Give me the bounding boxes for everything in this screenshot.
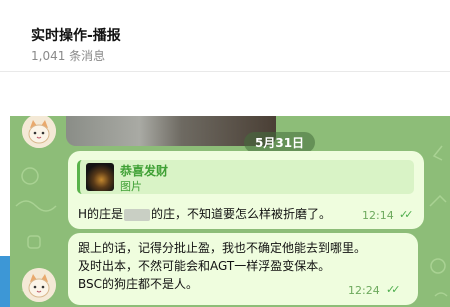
message-count: 1,041 条消息 [31, 49, 106, 63]
reply-type-label: 图片 [120, 180, 142, 193]
message-bubble[interactable]: 恭喜发财 图片 H的庄是 的庄，不知道要怎么样被折磨了。 12:14 ✓✓ [68, 151, 424, 229]
date-separator: 5月31日 [244, 132, 316, 153]
pinned-area [0, 72, 450, 116]
message-bubble[interactable]: 跟上的话，记得分批止盈，我也不确定他能去到哪里。 及时出本，不然可能会和AGT一… [68, 233, 418, 305]
chat-header[interactable]: 实时操作-播报 1,041 条消息 [0, 0, 450, 72]
message-text-part: H的庄是 [78, 207, 124, 221]
message-text: H的庄是 的庄，不知道要怎么样被折磨了。 [78, 205, 331, 222]
message-line: 及时出本，不然可能会和AGT一样浮盈变保本。 [78, 259, 331, 273]
message-line: BSC的狗庄都不是人。 [78, 277, 199, 291]
message-area[interactable]: 5月31日 恭喜发财 图片 H的庄是 的庄，不知道要怎么样被折磨了。 12:14 … [10, 116, 450, 307]
reply-image-thumbnail [86, 163, 114, 191]
message-time: 12:24 [348, 284, 380, 297]
read-check-icon: ✓✓ [399, 208, 414, 221]
message-time: 12:14 [362, 209, 394, 222]
reply-sender: 恭喜发财 [120, 164, 169, 178]
read-check-icon: ✓✓ [386, 283, 401, 296]
redacted-spoiler[interactable] [124, 208, 151, 221]
message-line: 跟上的话，记得分批止盈，我也不确定他能去到哪里。 [78, 241, 367, 255]
message-text-part: 的庄，不知道要怎么样被折磨了。 [151, 207, 332, 221]
cat-avatar-icon [22, 268, 56, 302]
sender-avatar[interactable] [22, 268, 56, 302]
selected-chat-indicator[interactable] [0, 256, 10, 307]
chat-title: 实时操作-播报 [31, 28, 121, 44]
reply-preview[interactable]: 恭喜发财 图片 [77, 160, 414, 194]
